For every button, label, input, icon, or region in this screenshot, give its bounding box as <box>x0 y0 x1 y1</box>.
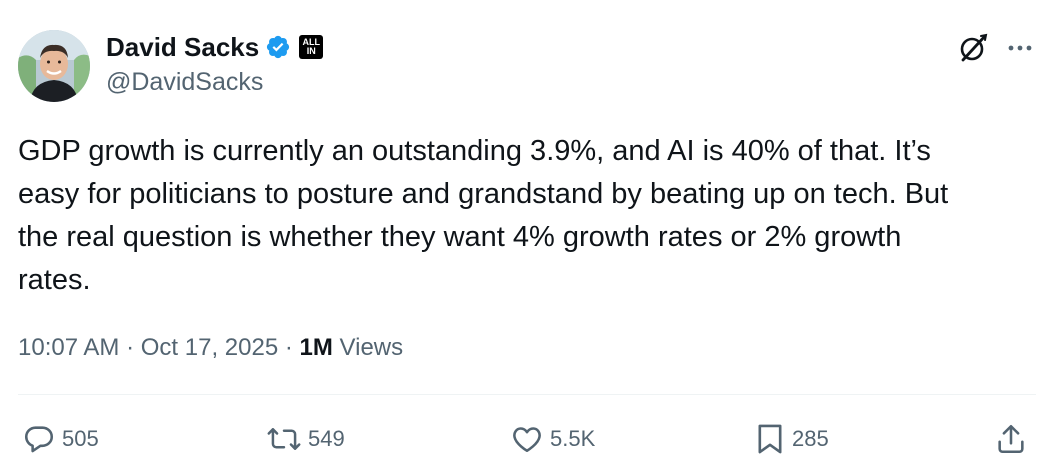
views-count: 1M <box>299 334 333 361</box>
affiliation-badge[interactable]: ALL IN <box>299 35 324 59</box>
like-button[interactable]: 5.5K <box>510 418 595 460</box>
more-icon[interactable] <box>1002 30 1038 66</box>
action-bar: 505 549 5.5K 285 <box>0 418 1054 460</box>
author-handle[interactable]: @DavidSacks <box>106 66 263 98</box>
tweet: David Sacks ALL IN @DavidSacks GDP growt… <box>0 0 1054 468</box>
repost-count: 549 <box>308 426 345 451</box>
avatar-image <box>18 30 90 102</box>
tweet-text: GDP growth is currently an outstanding 3… <box>18 135 949 296</box>
author-display-name[interactable]: David Sacks <box>106 30 259 64</box>
avatar[interactable] <box>18 30 90 102</box>
meta-separator: · <box>126 334 135 361</box>
like-icon <box>510 422 544 456</box>
divider <box>18 394 1036 395</box>
affiliation-badge-line2: IN <box>306 46 316 56</box>
share-button[interactable] <box>994 418 1028 460</box>
tweet-date[interactable]: Oct 17, 2025 <box>141 334 278 361</box>
like-count: 5.5K <box>550 426 596 451</box>
bookmark-button[interactable]: 285 <box>754 418 829 460</box>
tweet-meta: 10:07 AM · Oct 17, 2025 · 1M Views <box>18 330 403 366</box>
repost-icon <box>266 422 302 456</box>
meta-separator: · <box>284 334 293 361</box>
reply-icon <box>22 422 56 456</box>
repost-button[interactable]: 549 <box>266 418 345 460</box>
author-name-row: David Sacks ALL IN <box>106 30 324 64</box>
share-icon <box>994 422 1028 456</box>
bookmark-count: 285 <box>792 426 829 451</box>
reply-button[interactable]: 505 <box>22 418 99 460</box>
views-label: Views <box>339 334 404 361</box>
verified-badge-icon[interactable] <box>265 34 291 60</box>
reply-count: 505 <box>62 426 99 451</box>
bookmark-icon <box>754 421 786 457</box>
grok-icon[interactable] <box>955 30 991 66</box>
tweet-time[interactable]: 10:07 AM <box>18 334 119 361</box>
